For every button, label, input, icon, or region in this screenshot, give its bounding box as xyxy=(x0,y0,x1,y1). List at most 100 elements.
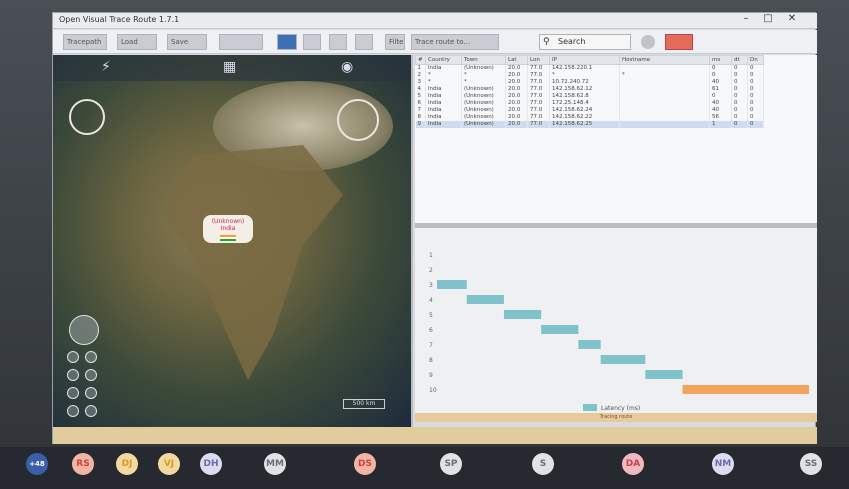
latency-bar[interactable] xyxy=(466,295,504,304)
table-row[interactable]: 2 * * 20.0 77.0 * * 0 0 0 xyxy=(415,71,764,79)
table-row[interactable]: 4 India (Unknown) 20.0 77.0 142.158.62.12 61 0 0 xyxy=(415,85,764,93)
save-button[interactable]: Save xyxy=(167,34,207,50)
column-header[interactable]: Dn xyxy=(747,55,764,65)
participant-avatar[interactable]: DJ xyxy=(116,453,138,475)
close-button[interactable]: ✕ xyxy=(781,13,803,24)
participant-avatar[interactable]: MM xyxy=(264,453,286,475)
participant-avatar[interactable]: DA xyxy=(622,453,644,475)
globe-icon[interactable] xyxy=(641,35,655,49)
pan-control[interactable] xyxy=(69,315,99,345)
target-ring-icon[interactable] xyxy=(337,99,379,141)
table-cell: India xyxy=(425,120,462,128)
legend-label: Latency (ms) xyxy=(601,405,640,412)
india-landmass xyxy=(163,145,343,380)
column-header[interactable]: Country xyxy=(425,55,462,65)
latency-bar[interactable] xyxy=(682,385,809,394)
compass-icon[interactable] xyxy=(69,99,105,135)
column-header[interactable]: IP xyxy=(549,55,620,65)
load-button[interactable]: Load xyxy=(117,34,157,50)
table-cell: (Unknown) xyxy=(461,106,506,114)
tilt-down-icon[interactable] xyxy=(85,369,97,381)
filter-button[interactable]: Filter xyxy=(385,34,405,50)
toolbar-button-4[interactable] xyxy=(219,34,263,50)
table-cell: India xyxy=(425,106,462,114)
record-icon[interactable] xyxy=(665,34,693,50)
column-header[interactable]: Town xyxy=(461,55,506,65)
latency-bar[interactable] xyxy=(578,340,601,349)
participant-avatar[interactable]: SS xyxy=(800,453,822,475)
table-row[interactable]: 9 India (Unknown) 20.0 77.0 142.158.62.25 1 0 0 xyxy=(415,120,764,128)
participant-avatar[interactable]: DS xyxy=(354,453,376,475)
table-cell: 61 xyxy=(709,85,732,93)
table-row[interactable]: 6 India (Unknown) 20.0 77.0 172.25.148.4 40 0 0 xyxy=(415,99,764,107)
globe-view-icon[interactable]: ◉ xyxy=(341,59,353,75)
participant-avatar[interactable]: DH xyxy=(200,453,222,475)
table-cell: 77.0 xyxy=(527,71,550,79)
title-bar: Open Visual Trace Route 1.7.1 – □ ✕ xyxy=(53,13,817,29)
rotate-left-icon[interactable] xyxy=(67,387,79,399)
table-row[interactable]: 3 * * 20.0 77.0 10.72.240.72 40 0 0 xyxy=(415,78,764,86)
table-row[interactable]: 5 India (Unknown) 20.0 77.0 142.158.62.8 0 0 0 xyxy=(415,92,764,100)
map-icon[interactable] xyxy=(277,34,297,50)
table-cell: (Unknown) xyxy=(461,64,506,72)
hop-popup[interactable]: (Unknown) India xyxy=(203,215,253,243)
latency-bar[interactable] xyxy=(437,280,467,289)
search-button[interactable]: ⚲ Search xyxy=(539,34,631,50)
table-cell: 0 xyxy=(731,92,748,100)
column-header[interactable]: # xyxy=(415,55,426,65)
minimize-button[interactable]: – xyxy=(735,13,757,24)
column-header[interactable]: Lon xyxy=(527,55,550,65)
zoom-in-icon[interactable] xyxy=(67,351,79,363)
reset-view-icon[interactable] xyxy=(67,405,79,417)
table-cell: 20.0 xyxy=(505,92,528,100)
layers-icon[interactable]: ▦ xyxy=(223,59,236,75)
table-cell: India xyxy=(425,113,462,121)
table-row[interactable]: 8 India (Unknown) 20.0 77.0 142.158.62.22 56 0 0 xyxy=(415,113,764,121)
latency-bar[interactable] xyxy=(503,310,542,319)
settings-icon[interactable] xyxy=(329,34,347,50)
table-cell: 0 xyxy=(731,113,748,121)
tracepath-button[interactable]: Tracepath xyxy=(63,34,107,50)
you-avatar[interactable]: +48 xyxy=(26,453,48,475)
table-cell: 0 xyxy=(709,71,732,79)
flash-icon[interactable]: ⚡ xyxy=(101,59,111,75)
table-cell: 0 xyxy=(731,106,748,114)
participant-avatar[interactable]: NM xyxy=(712,453,734,475)
table-cell: 1 xyxy=(415,64,426,72)
participant-avatar[interactable]: S xyxy=(532,453,554,475)
latency-bar[interactable] xyxy=(645,370,683,379)
fullscreen-icon[interactable] xyxy=(85,405,97,417)
scissors-icon[interactable] xyxy=(355,34,373,50)
popup-sub: India xyxy=(220,225,236,232)
column-header[interactable]: ms xyxy=(709,55,732,65)
table-cell xyxy=(619,99,710,107)
rotate-right-icon[interactable] xyxy=(85,387,97,399)
table-cell: 40 xyxy=(709,106,732,114)
trace-target-input[interactable]: Trace route to... xyxy=(411,34,499,50)
camera-icon[interactable] xyxy=(303,34,321,50)
table-cell: 172.25.148.4 xyxy=(549,99,620,107)
column-header[interactable]: Lat xyxy=(505,55,528,65)
zoom-out-icon[interactable] xyxy=(85,351,97,363)
table-row[interactable]: 1 India (Unknown) 20.0 77.0 142.158.220.1 0 0 0 xyxy=(415,64,764,72)
table-cell: 20.0 xyxy=(505,99,528,107)
table-cell: 77.0 xyxy=(527,99,550,107)
table-cell: 142.158.220.1 xyxy=(549,64,620,72)
latency-bar[interactable] xyxy=(541,325,579,334)
maximize-button[interactable]: □ xyxy=(757,13,779,24)
column-header[interactable]: dt xyxy=(731,55,748,65)
table-cell: 0 xyxy=(731,85,748,93)
column-header[interactable]: Hostname xyxy=(619,55,710,65)
tilt-up-icon[interactable] xyxy=(67,369,79,381)
table-cell: 20.0 xyxy=(505,78,528,86)
table-row[interactable]: 7 India (Unknown) 20.0 77.0 142.158.62.24 40 0 0 xyxy=(415,106,764,114)
latency-bar[interactable] xyxy=(600,355,646,364)
participant-avatar[interactable]: RS xyxy=(72,453,94,475)
table-cell: 56 xyxy=(709,113,732,121)
latency-chart: 1 2 3 4 5 6 7 8 9 10 Latency (ms) xyxy=(415,228,817,413)
world-map[interactable]: ⚡ ▦ ◉ (Unknown) India 500 km xyxy=(53,55,413,427)
participant-avatar[interactable]: SP xyxy=(440,453,462,475)
participant-avatar[interactable]: VJ xyxy=(158,453,180,475)
india-flag-icon xyxy=(220,235,236,241)
table-cell: 0 xyxy=(709,64,732,72)
